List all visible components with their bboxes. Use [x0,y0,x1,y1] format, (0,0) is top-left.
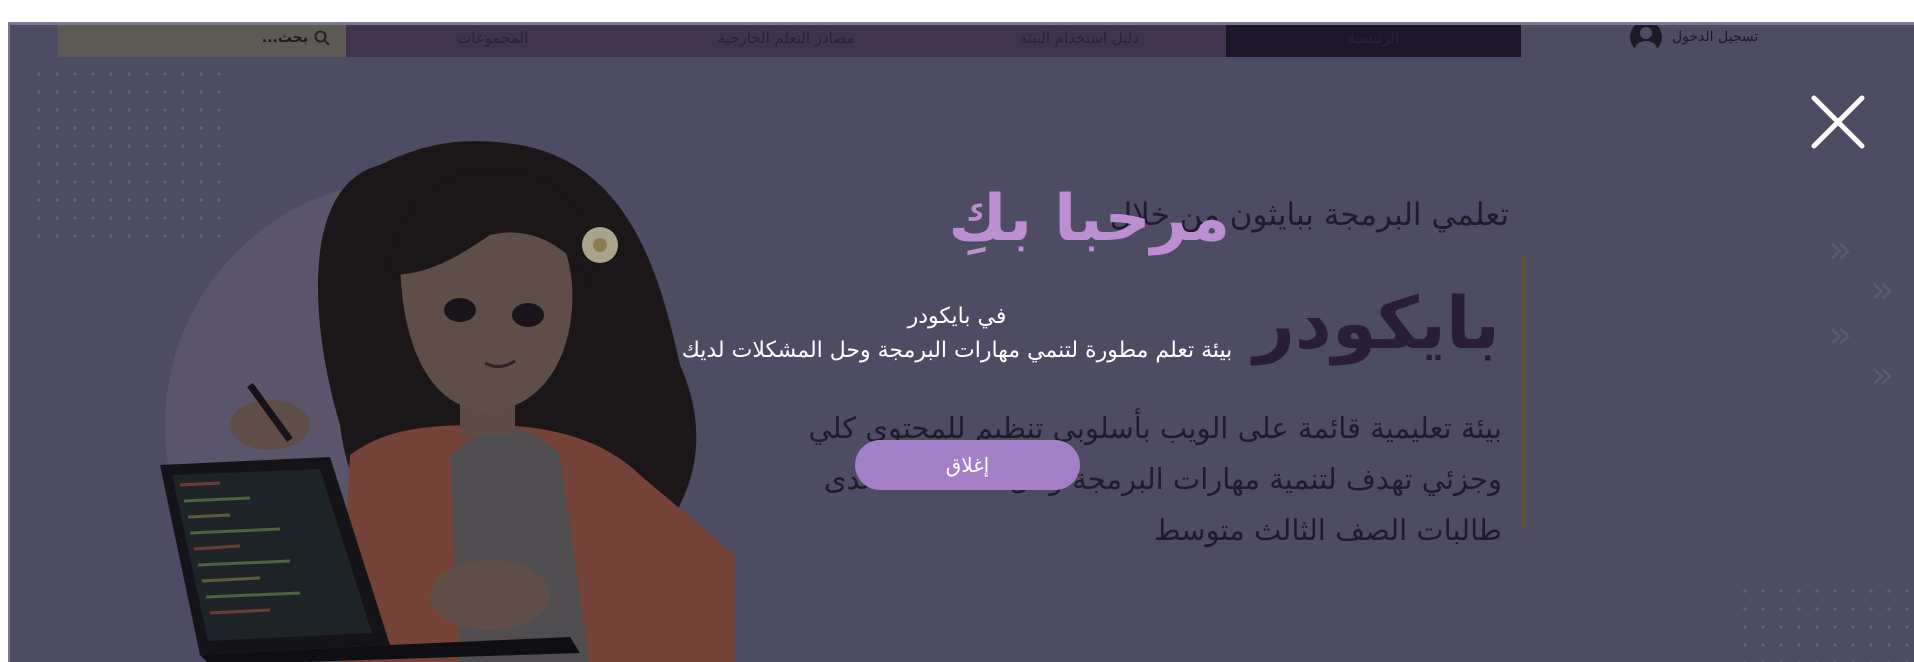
search-input[interactable]: بحث... [262,30,308,46]
user-avatar-icon [1630,25,1662,53]
welcome-description: بيئة تعلم مطورة لتنمي مهارات البرمجة وحل… [681,338,1233,363]
top-navbar: بحث... المجموعات مصادر التعلم الخارجية د… [58,25,1521,57]
decorative-dots [1736,582,1914,662]
nav-item-home[interactable]: الرئيسية [1225,25,1521,57]
close-icon[interactable] [1808,92,1868,152]
welcome-subtitle: في بايكودر [907,304,1007,329]
search-icon[interactable] [314,30,330,46]
welcome-title-text: مرحبا بكِ [948,182,1230,256]
nav-links: المجموعات مصادر التعلم الخارجية دليل است… [346,25,1521,57]
search-box[interactable]: بحث... [58,25,346,57]
decorative-chevron: » [1828,227,1853,273]
brand-accent-bar [1522,257,1526,529]
login-label: تسجيل الدخول [1672,29,1759,45]
nav-item-user-guide[interactable]: دليل استخدام البيئة [933,25,1226,57]
close-button[interactable]: إغلاق [855,440,1080,490]
nav-item-groups[interactable]: المجموعات [346,25,639,57]
nav-item-external-resources[interactable]: مصادر التعلم الخارجية [639,25,932,57]
welcome-modal-title: مرحبا بكِ [600,178,1230,260]
login-link[interactable]: تسجيل الدخول [1630,25,1759,53]
